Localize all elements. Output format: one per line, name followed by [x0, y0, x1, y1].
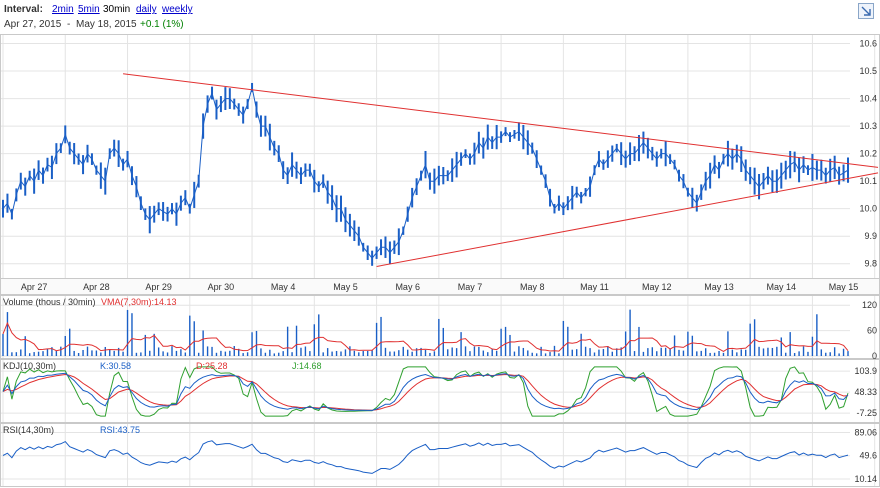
- x-tick-label: May 15: [829, 282, 859, 292]
- rsi-tick-label: 89.06: [854, 427, 877, 437]
- x-tick-label: May 8: [520, 282, 545, 292]
- chart-widget: Interval: 2min 5min 30min daily weekly A…: [0, 0, 880, 488]
- rsi-line: [2, 440, 849, 474]
- y-tick-label: 10.1: [859, 176, 877, 186]
- y-tick-label: 10.4: [859, 94, 877, 104]
- y-tick-label: 10.2: [859, 149, 877, 159]
- x-tick-label: May 14: [767, 282, 797, 292]
- vol-tick-label: 60: [867, 326, 877, 336]
- kdj-d-label: D:25.28: [196, 361, 228, 371]
- chart-canvas: Apr 27 Apr 28 Apr 29 Apr 30 May 4 May 5 May 6 M…: [0, 34, 880, 487]
- y-tick-label: 10.6: [859, 39, 877, 49]
- x-tick-label: Apr 27: [21, 282, 48, 292]
- y-tick-label: 10.3: [859, 121, 877, 131]
- rsi-tick-label: 10.14: [854, 474, 877, 484]
- x-tick-label: Apr 30: [208, 282, 235, 292]
- y-tick-label: 9.9: [864, 231, 877, 241]
- x-axis-strip: [0, 278, 880, 295]
- kdj-tick-label: 48.33: [854, 387, 877, 397]
- x-tick-label: Apr 29: [145, 282, 172, 292]
- kdj-k-label: K:30.58: [100, 361, 131, 371]
- rsi-value-label: RSI:43.75: [100, 425, 140, 435]
- vol-tick-label: 0: [872, 351, 877, 361]
- y-tick-label: 10.0: [859, 204, 877, 214]
- rsi-label: RSI(14,30m): [3, 425, 54, 435]
- vma-line: [2, 321, 849, 352]
- vma-label: VMA(7,30m):14.13: [101, 297, 177, 307]
- x-tick-label: May 7: [458, 282, 483, 292]
- rsi-tick-label: 49.6: [859, 451, 877, 461]
- y-tick-label: 10.5: [859, 66, 877, 76]
- x-tick-label: May 4: [271, 282, 296, 292]
- x-tick-label: May 5: [333, 282, 358, 292]
- x-tick-label: Apr 28: [83, 282, 110, 292]
- vol-tick-label: 120: [862, 300, 877, 310]
- x-tick-label: May 13: [704, 282, 734, 292]
- kdj-tick-label: -7.25: [856, 408, 877, 418]
- kdj-tick-label: 103.9: [854, 366, 877, 376]
- x-tick-label: May 6: [395, 282, 420, 292]
- kdj-label: KDJ(10,30m): [3, 361, 56, 371]
- lower-trendline: [376, 172, 879, 267]
- x-tick-label: May 11: [580, 282, 609, 292]
- y-tick-label: 9.8: [864, 259, 877, 269]
- volume-label: Volume (thous / 30min): [3, 297, 96, 307]
- kdj-j-label: J:14.68: [292, 361, 322, 371]
- x-tick-label: May 12: [642, 282, 672, 292]
